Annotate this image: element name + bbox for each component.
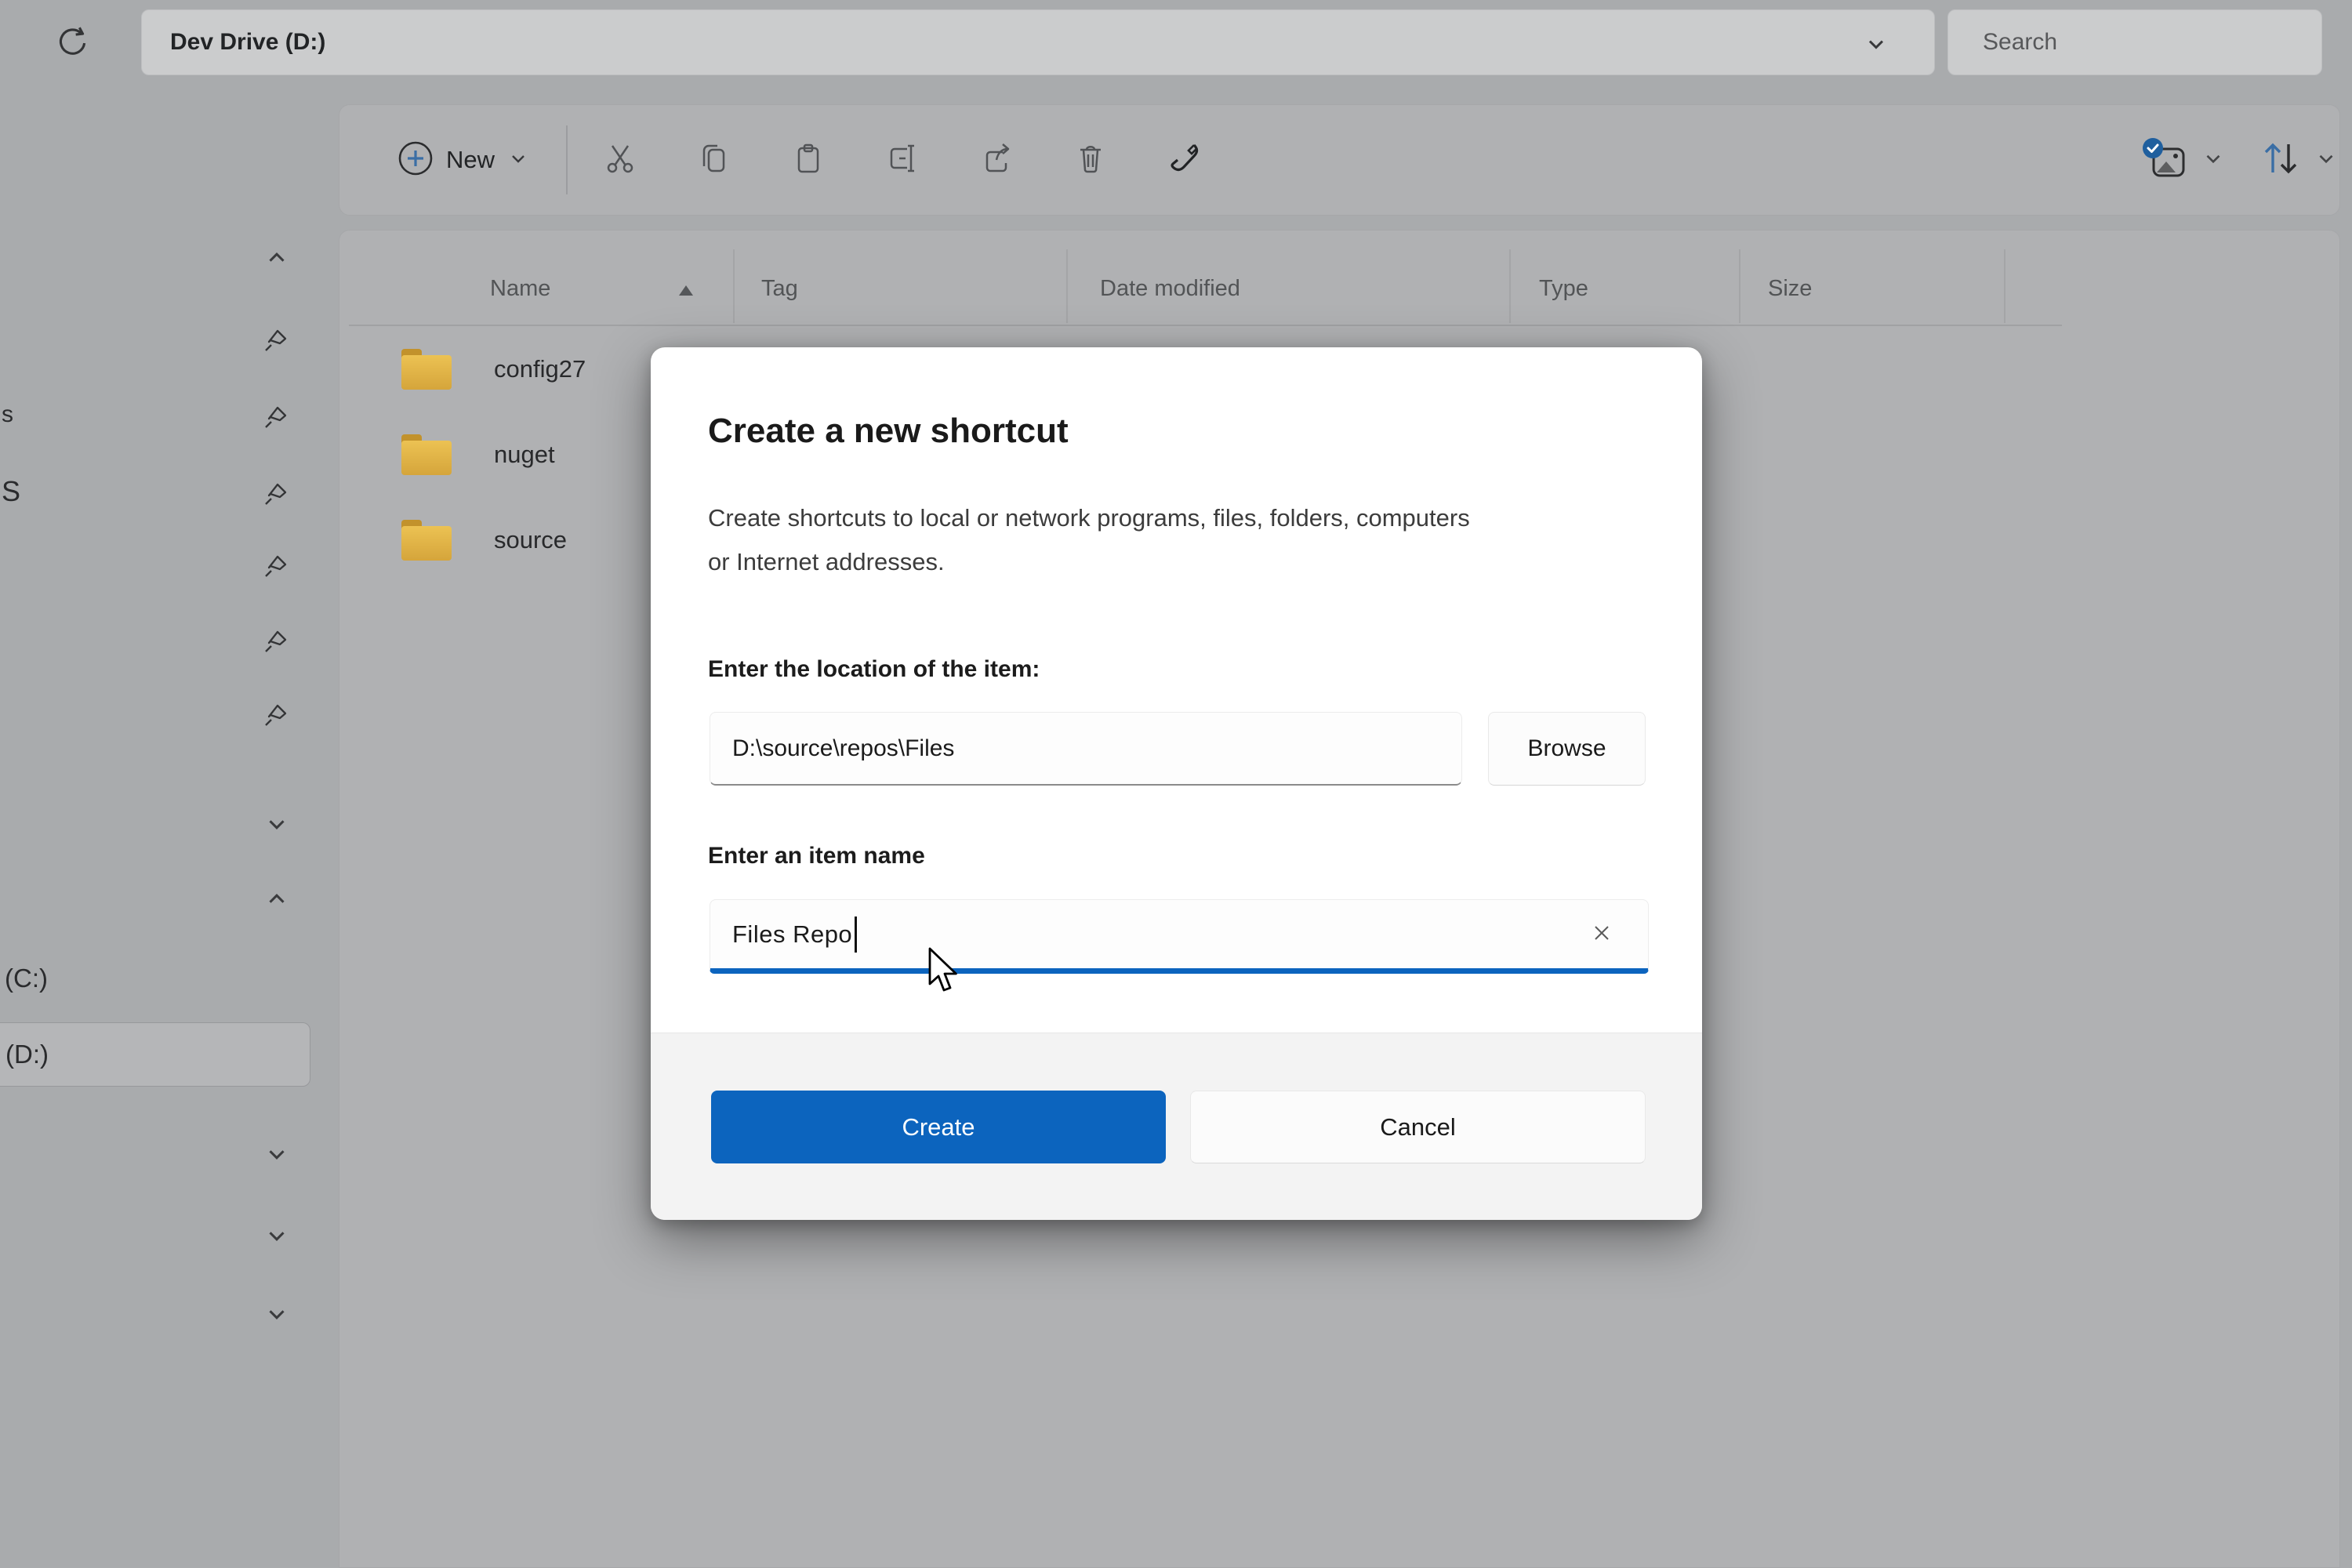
cut-icon — [603, 141, 637, 180]
chevron-down-icon[interactable] — [1864, 31, 1889, 60]
item-name-label: Enter an item name — [708, 843, 925, 869]
column-separator[interactable] — [1066, 249, 1068, 323]
cancel-button[interactable]: Cancel — [1190, 1091, 1646, 1163]
toolbar-separator — [566, 125, 568, 194]
pin-icon[interactable] — [262, 480, 290, 512]
thumbnails-view-icon — [2146, 141, 2187, 179]
chevron-down-icon[interactable] — [2201, 147, 2225, 174]
refresh-button[interactable] — [55, 22, 97, 64]
column-separator[interactable] — [2004, 249, 2005, 323]
folder-icon — [401, 520, 452, 561]
sort-ascending-icon — [676, 282, 696, 303]
sidebar-item-label-truncated[interactable]: s — [2, 401, 13, 428]
section-chevron-down-icon[interactable] — [263, 1224, 290, 1251]
files-app-window: Dev Drive (D:) New — [0, 0, 2352, 1568]
rename-icon — [885, 141, 920, 180]
column-separator[interactable] — [1739, 249, 1740, 323]
rename-button[interactable] — [873, 105, 932, 215]
section-chevron-down-icon[interactable] — [263, 812, 290, 840]
item-name-input[interactable]: Files Repo — [710, 899, 1649, 974]
browse-button-label: Browse — [1527, 735, 1606, 762]
tools-button[interactable] — [1155, 105, 1214, 215]
trash-icon — [1073, 141, 1108, 180]
dialog-description: Create shortcuts to local or network pro… — [708, 496, 1492, 584]
location-label: Enter the location of the item: — [708, 656, 1040, 683]
address-bar-path: Dev Drive (D:) — [170, 29, 325, 56]
column-header-type[interactable]: Type — [1539, 276, 1588, 302]
cancel-button-label: Cancel — [1380, 1113, 1456, 1142]
sidebar-item-label-truncated[interactable]: S — [2, 475, 20, 508]
create-button-label: Create — [902, 1113, 975, 1142]
share-icon — [979, 141, 1014, 180]
wrench-icon — [1167, 141, 1202, 180]
close-icon — [1590, 921, 1613, 952]
column-header-name[interactable]: Name — [490, 276, 550, 302]
column-header-size[interactable]: Size — [1768, 276, 1812, 302]
column-separator[interactable] — [733, 249, 735, 323]
location-input[interactable] — [710, 712, 1462, 786]
column-header-date-modified[interactable]: Date modified — [1100, 276, 1240, 302]
sidebar-item-drive-c[interactable]: (C:) — [5, 964, 48, 993]
sort-button[interactable] — [2247, 140, 2314, 181]
create-shortcut-dialog: Create a new shortcut Create shortcuts t… — [651, 347, 1702, 1220]
delete-button[interactable] — [1061, 105, 1120, 215]
new-button[interactable]: New — [369, 105, 557, 215]
browse-button[interactable]: Browse — [1488, 712, 1646, 786]
copy-icon — [697, 141, 731, 180]
file-name: config27 — [494, 355, 586, 383]
item-name-value: Files Repo — [732, 920, 852, 949]
search-input[interactable] — [1948, 10, 2321, 74]
chevron-down-icon — [507, 147, 529, 173]
pin-icon[interactable] — [262, 403, 290, 435]
file-name: nuget — [494, 441, 555, 469]
toolbar: New — [339, 104, 2340, 216]
sort-arrows-icon — [2260, 140, 2301, 181]
sidebar-item-drive-d-label: (D:) — [5, 1040, 49, 1069]
create-button[interactable]: Create — [711, 1091, 1166, 1163]
address-bar[interactable]: Dev Drive (D:) — [141, 9, 1935, 75]
mouse-cursor-icon — [927, 947, 962, 1000]
column-header-tag[interactable]: Tag — [761, 276, 798, 302]
new-button-label: New — [446, 146, 495, 174]
file-name: source — [494, 526, 567, 554]
cut-button[interactable] — [590, 105, 650, 215]
paste-icon — [791, 141, 826, 180]
clear-text-button[interactable] — [1582, 916, 1621, 956]
pin-icon[interactable] — [262, 627, 290, 659]
copy-button[interactable] — [684, 105, 744, 215]
dialog-title: Create a new shortcut — [708, 412, 1069, 451]
sidebar-collapse-chevron-up-icon[interactable] — [263, 246, 290, 274]
pin-icon[interactable] — [262, 552, 290, 584]
text-caret — [855, 916, 857, 953]
pin-icon[interactable] — [262, 326, 290, 358]
paste-button[interactable] — [779, 105, 838, 215]
section-chevron-up-icon[interactable] — [263, 887, 290, 915]
section-chevron-down-icon[interactable] — [263, 1302, 290, 1330]
share-button[interactable] — [967, 105, 1026, 215]
sidebar-item-drive-d-selected[interactable]: (D:) — [0, 1022, 310, 1087]
folder-icon — [401, 349, 452, 390]
layout-button[interactable] — [2131, 141, 2201, 179]
refresh-icon — [55, 24, 91, 64]
pin-icon[interactable] — [262, 701, 290, 733]
column-separator[interactable] — [1509, 249, 1511, 323]
plus-circle-icon — [397, 140, 434, 180]
chevron-down-icon[interactable] — [2314, 147, 2338, 174]
folder-icon — [401, 434, 452, 475]
search-box — [1947, 9, 2322, 75]
section-chevron-down-icon[interactable] — [263, 1142, 290, 1170]
header-underline — [349, 325, 2062, 326]
